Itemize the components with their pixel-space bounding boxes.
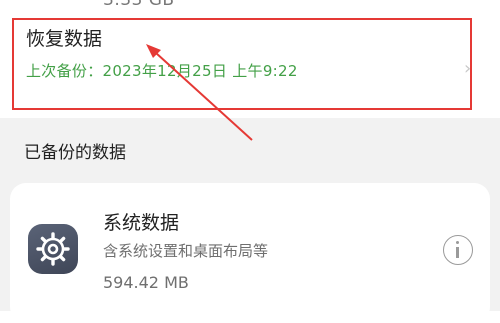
system-data-description: 含系统设置和桌面布局等 (103, 242, 269, 260)
previous-item-size: 3.33 GB (103, 0, 175, 10)
annotation-highlight-box (12, 18, 472, 110)
backed-up-data-heading: 已备份的数据 (24, 143, 126, 163)
info-icon-dot (456, 241, 459, 244)
info-icon[interactable] (443, 235, 473, 265)
settings-gear-icon (28, 224, 78, 274)
info-icon-bar (456, 247, 459, 258)
system-data-size: 594.42 MB (103, 273, 189, 292)
system-data-title: 系统数据 (103, 212, 180, 234)
previous-item-card: 3.33 GB (0, 0, 500, 16)
